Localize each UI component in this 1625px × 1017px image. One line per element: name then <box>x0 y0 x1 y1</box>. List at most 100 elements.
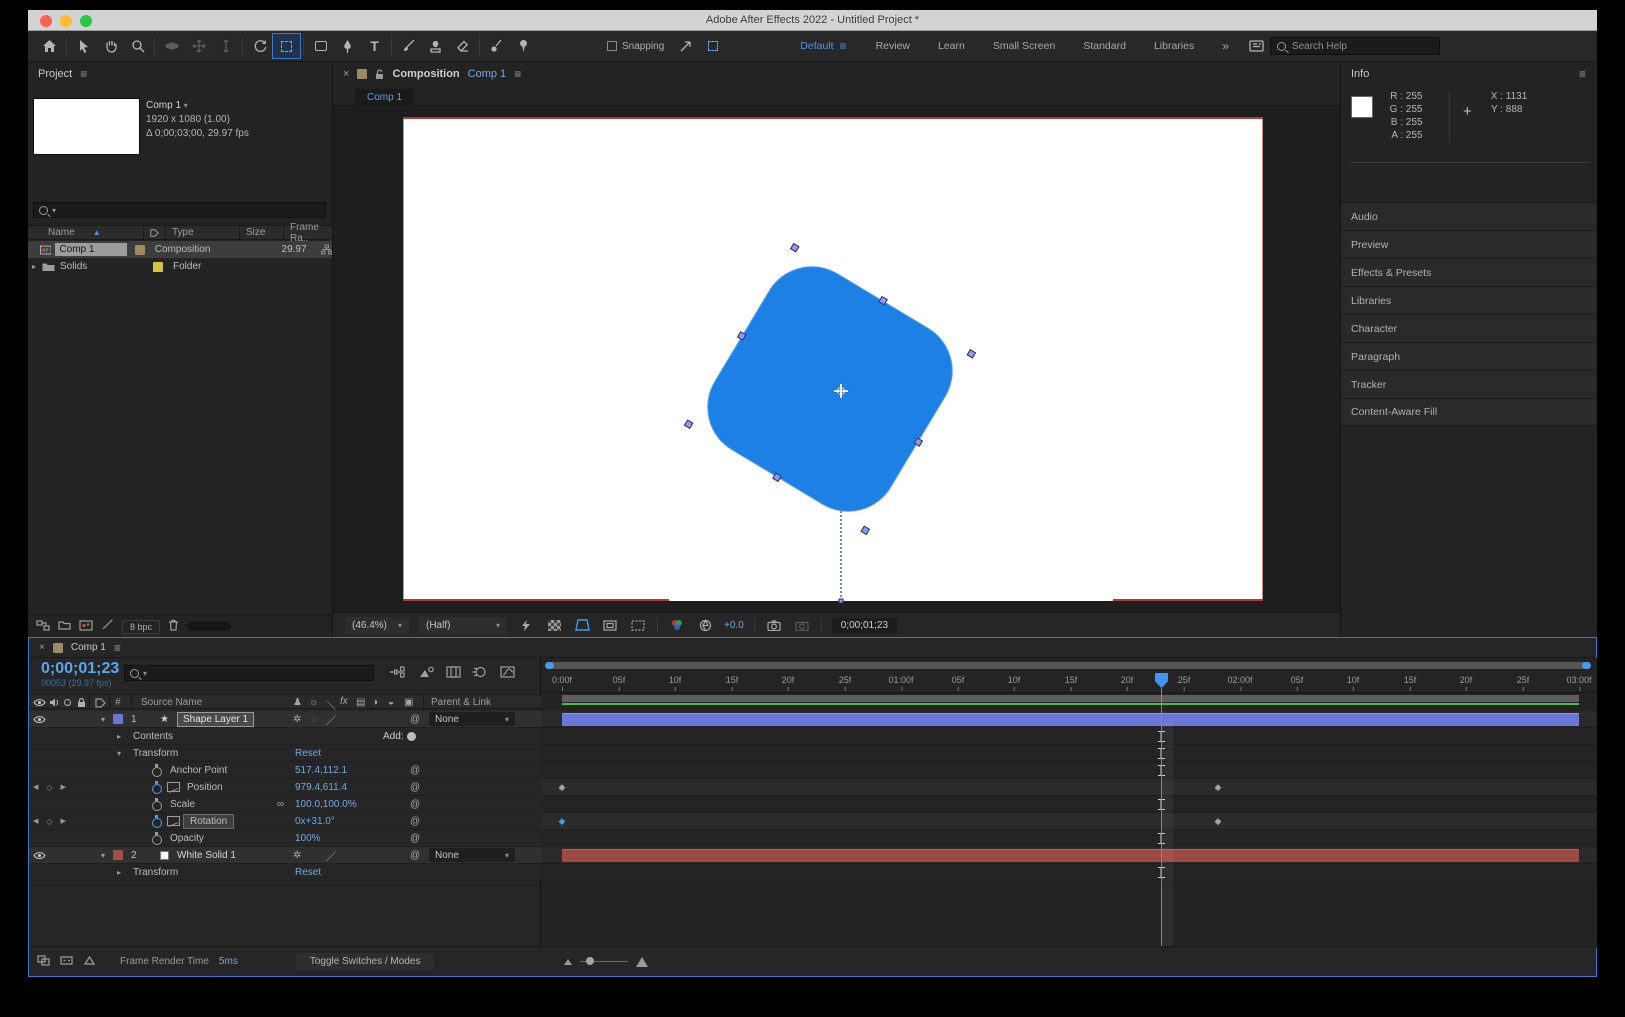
twirl-right-icon[interactable]: ▸ <box>117 868 121 877</box>
chevron-down-icon[interactable]: ▾ <box>184 101 188 110</box>
fast-preview-icon[interactable] <box>517 618 535 633</box>
reset-link[interactable]: Reset <box>295 867 321 878</box>
stopwatch-active-icon[interactable] <box>151 815 162 827</box>
preview-timecode[interactable]: 0;00;01;23 <box>832 618 897 633</box>
snap-box-icon[interactable] <box>699 34 726 58</box>
time-ruler[interactable]: 0:00f 05f 10f 15f 20f 25f 01:00f 05f 10f… <box>541 671 1597 693</box>
next-keyframe-icon[interactable]: ▶ <box>61 783 66 791</box>
property-row-anchor-point[interactable]: Anchor Point 517.4,112.1 @ <box>29 762 541 779</box>
shy-layers-icon[interactable] <box>60 955 73 969</box>
draft-3d-icon[interactable] <box>417 664 437 680</box>
graph-editor-icon[interactable] <box>497 664 517 680</box>
hand-tool-icon[interactable] <box>97 34 124 58</box>
frame-blending-icon[interactable] <box>443 664 463 680</box>
add-menu-icon[interactable] <box>407 732 416 741</box>
close-panel-icon[interactable]: × <box>39 642 45 653</box>
help-search-input[interactable]: Search Help <box>1270 37 1440 55</box>
parent-link-column[interactable]: Parent & Link <box>431 697 491 708</box>
zoom-slider-knob[interactable] <box>586 957 594 965</box>
motion-blur-icon[interactable] <box>469 664 489 680</box>
selection-handle[interactable] <box>790 243 800 253</box>
anchor-point-value[interactable]: 517.4,112.1 <box>295 765 347 776</box>
composition-mini-flowchart-icon[interactable] <box>387 664 407 680</box>
pickwhip-icon[interactable]: @ <box>410 833 420 844</box>
column-type[interactable]: Type <box>166 226 240 239</box>
track-row-shape-layer[interactable] <box>541 711 1597 728</box>
composition-viewer[interactable] <box>333 106 1340 612</box>
workspace-settings-icon[interactable] <box>1243 34 1270 58</box>
stopwatch-icon[interactable] <box>151 798 162 810</box>
panel-tracker[interactable]: Tracker <box>1341 370 1597 398</box>
clone-stamp-tool-icon[interactable] <box>422 34 449 58</box>
work-area-bar[interactable] <box>562 695 1579 702</box>
eraser-tool-icon[interactable] <box>449 34 476 58</box>
effects-wand-icon[interactable] <box>101 619 114 634</box>
graph-toggle-icon[interactable] <box>167 782 180 792</box>
panel-content-aware-fill[interactable]: Content-Aware Fill <box>1341 398 1597 426</box>
new-composition-icon[interactable] <box>79 620 93 634</box>
layer-row-shape-layer-1[interactable]: ▾ 1 ★ Shape Layer 1 ✲ ☼ ／ @ None▾ <box>29 711 541 728</box>
stopwatch-icon[interactable] <box>151 764 162 776</box>
selection-handle[interactable] <box>860 526 870 536</box>
parent-dropdown[interactable]: None▾ <box>429 712 515 726</box>
shy-switch[interactable]: ☼ <box>309 714 318 725</box>
shape-tool-icon[interactable] <box>307 34 334 58</box>
pickwhip-icon[interactable]: @ <box>410 816 420 827</box>
workspace-review[interactable]: Review <box>862 40 924 52</box>
twirl-right-icon[interactable]: ▸ <box>117 732 121 741</box>
link-dimensions-icon[interactable]: ∞ <box>277 799 284 810</box>
panel-menu-icon[interactable]: ≡ <box>1579 67 1587 81</box>
keyframe-diamond[interactable]: ◆ <box>559 783 566 792</box>
layer-row-white-solid-1[interactable]: ▾ 2 White Solid 1 ✲ ／ @ None▾ <box>29 847 541 864</box>
magnification-dropdown[interactable]: (46.4%)▾ <box>345 617 409 634</box>
zoom-out-mountain-icon[interactable] <box>564 959 572 965</box>
reset-link[interactable]: Reset <box>295 748 321 759</box>
project-item-name[interactable]: Comp 1 <box>146 100 181 111</box>
transform-box-icon[interactable] <box>83 955 96 969</box>
collapse-transforms-switch[interactable]: ✲ <box>293 714 301 725</box>
stopwatch-icon[interactable] <box>151 832 162 844</box>
zoom-tool-icon[interactable] <box>124 34 151 58</box>
panel-scrollbar[interactable] <box>187 622 231 631</box>
parent-dropdown[interactable]: None▾ <box>429 848 515 862</box>
show-snapshot-icon[interactable] <box>793 618 811 633</box>
snapping-checkbox[interactable] <box>607 41 617 51</box>
layer-color-swatch[interactable] <box>113 714 123 724</box>
timeline-track-area[interactable]: 0:00f 05f 10f 15f 20f 25f 01:00f 05f 10f… <box>541 658 1597 948</box>
transparency-grid-icon[interactable] <box>545 618 563 633</box>
property-row-transform[interactable]: ▾ Transform Reset <box>29 745 541 762</box>
timeline-search-input[interactable]: ▾ <box>124 665 374 681</box>
show-channel-icon[interactable] <box>668 618 686 633</box>
project-row-solids[interactable]: ▸ Solids Folder <box>28 258 332 275</box>
stopwatch-active-icon[interactable] <box>151 781 162 793</box>
comp-tab[interactable]: Comp 1 <box>355 89 414 106</box>
active-comp-name[interactable]: Comp 1 <box>468 68 507 80</box>
rotation-tool-icon[interactable] <box>246 34 273 58</box>
track-row-white-solid[interactable] <box>541 847 1597 864</box>
region-of-interest-icon[interactable] <box>573 618 591 633</box>
unlock-icon[interactable] <box>375 69 384 80</box>
close-panel-icon[interactable]: × <box>343 68 349 80</box>
layer-duration-bar[interactable] <box>562 713 1579 726</box>
selection-tool-icon[interactable] <box>70 34 97 58</box>
panel-libraries[interactable]: Libraries <box>1341 286 1597 314</box>
panel-character[interactable]: Character <box>1341 314 1597 342</box>
navigator-start-handle[interactable] <box>545 662 554 669</box>
workspace-standard[interactable]: Standard <box>1069 40 1140 52</box>
mask-visibility-icon[interactable] <box>601 618 619 633</box>
timeline-zoom-slider[interactable] <box>580 961 628 962</box>
pan-behind-tool-icon[interactable] <box>273 34 300 58</box>
timeline-tab-label[interactable]: Comp 1 <box>71 642 106 653</box>
column-name[interactable]: Name ▲ <box>28 226 144 239</box>
pickwhip-icon[interactable]: @ <box>410 850 420 861</box>
pickwhip-icon[interactable]: @ <box>410 782 420 793</box>
crop-region-icon[interactable] <box>629 618 647 633</box>
next-keyframe-icon[interactable]: ▶ <box>61 817 66 825</box>
property-row-scale[interactable]: Scale ∞ 100.0,100.0% @ <box>29 796 541 813</box>
layer-name[interactable]: Shape Layer 1 <box>177 712 254 727</box>
graph-toggle-icon[interactable] <box>167 816 180 826</box>
current-timecode[interactable]: 0;00;01;23 <box>41 660 119 678</box>
track-row-position[interactable]: ◆ ◆ <box>541 779 1597 796</box>
keyframe-diamond[interactable]: ◆ <box>1215 783 1222 792</box>
project-row-comp1[interactable]: Comp 1 Composition 29.97 <box>28 241 332 258</box>
